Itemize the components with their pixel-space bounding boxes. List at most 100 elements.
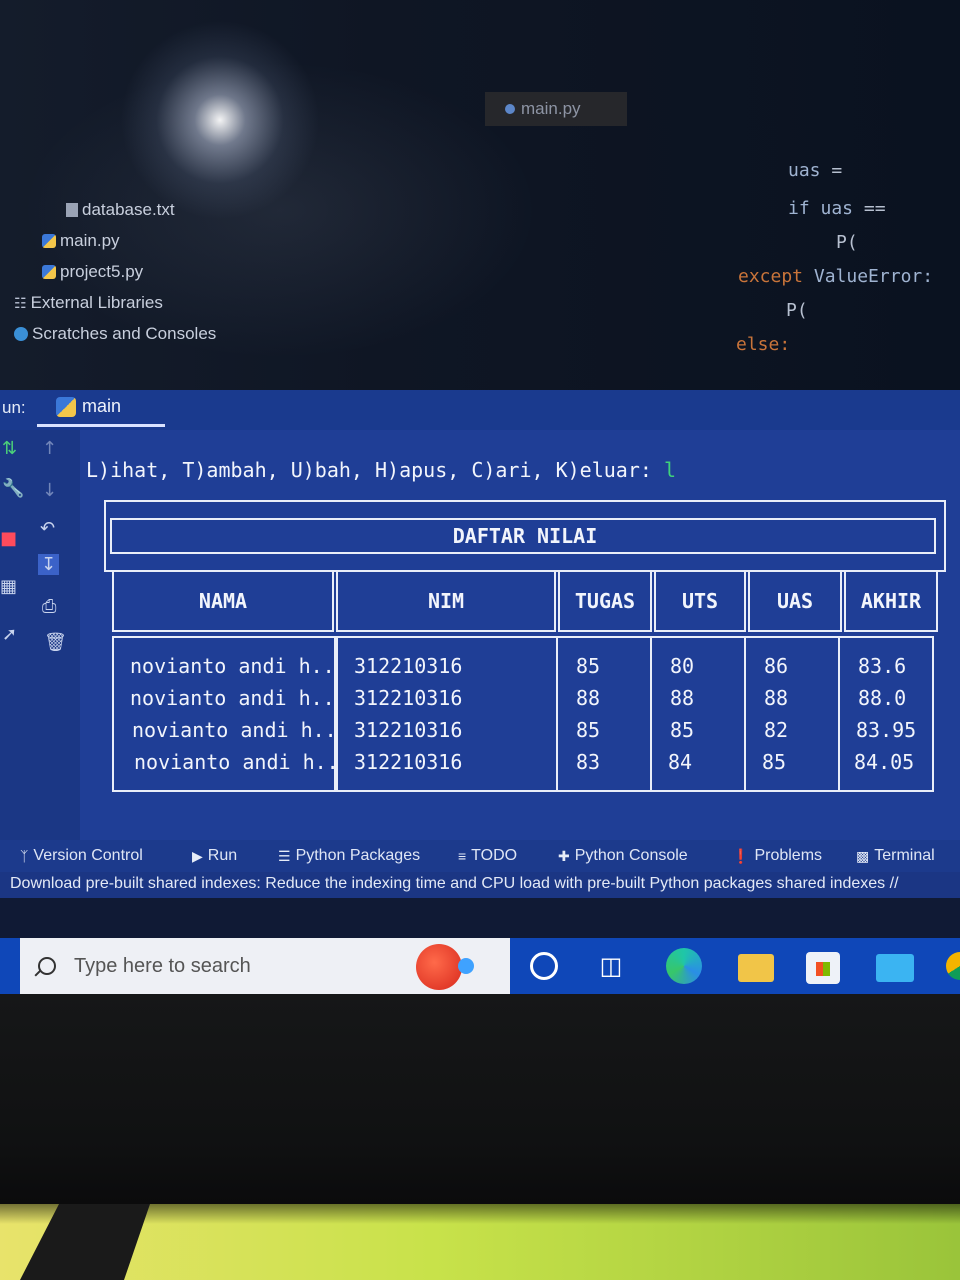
- cell-nim: 312210316: [354, 750, 463, 774]
- header-nama: NAMA: [112, 570, 334, 632]
- cell-nama: novianto andi h..: [130, 654, 335, 678]
- status-message[interactable]: Download pre-built shared indexes: Reduc…: [10, 875, 899, 893]
- code-line: else:: [736, 334, 791, 355]
- cell-tugas: 88: [576, 686, 601, 710]
- cell-tugas: 85: [576, 654, 601, 678]
- cell-uas: 88: [764, 686, 789, 710]
- column-border: [744, 636, 840, 792]
- tool-terminal[interactable]: ▩ Terminal: [856, 847, 935, 865]
- cell-uas: 86: [764, 654, 789, 678]
- desk-surface: [0, 1204, 960, 1280]
- python-file-icon: [42, 265, 56, 279]
- cell-uts: 85: [670, 718, 695, 742]
- column-border: [650, 636, 746, 792]
- cell-tugas: 85: [576, 718, 601, 742]
- pin-icon[interactable]: ➚: [2, 624, 17, 645]
- cell-akhir: 83.6: [858, 654, 907, 678]
- table-title-box: DAFTAR NILAI: [104, 500, 946, 572]
- run-tab-main[interactable]: main: [56, 396, 121, 417]
- tree-item-database[interactable]: database.txt: [66, 200, 175, 220]
- up-arrow-icon[interactable]: ↑: [42, 438, 57, 459]
- terminal-icon: ▩: [856, 847, 870, 864]
- run-icon: ▶: [192, 847, 203, 864]
- cell-akhir: 83.95: [856, 718, 917, 742]
- tree-item-external-libraries[interactable]: ☷ External Libraries: [14, 293, 163, 313]
- code-line: if uas ==: [788, 198, 886, 219]
- packages-icon: ☰: [278, 847, 291, 864]
- python-icon: [56, 396, 76, 417]
- code-line: P(: [786, 300, 808, 321]
- down-arrow-icon[interactable]: ↓: [42, 480, 57, 501]
- problems-icon: ❗: [732, 847, 750, 864]
- header-nim: NIM: [336, 570, 556, 632]
- cell-nim: 312210316: [354, 686, 463, 710]
- status-bar[interactable]: Download pre-built shared indexes: Reduc…: [0, 872, 960, 898]
- cell-uts: 88: [670, 686, 695, 710]
- cell-nim: 312210316: [354, 718, 463, 742]
- cell-akhir: 84.05: [854, 750, 915, 774]
- tool-python-console[interactable]: ✚ Python Console: [558, 847, 688, 865]
- cell-akhir: 88.0: [858, 686, 907, 710]
- python-console-icon: ✚: [558, 847, 570, 864]
- mail-icon[interactable]: [876, 954, 914, 982]
- python-file-icon: [42, 234, 56, 248]
- editor-tab-main[interactable]: main.py: [485, 92, 627, 126]
- search-placeholder: Type here to search: [74, 954, 251, 977]
- cell-uas: 85: [762, 750, 787, 774]
- tool-python-packages[interactable]: ☰ Python Packages: [278, 847, 420, 865]
- layout-icon[interactable]: ▦: [0, 576, 17, 597]
- libraries-icon: ☷: [14, 294, 27, 311]
- console-prompt: L)ihat, T)ambah, U)bah, H)apus, C)ari, K…: [86, 458, 677, 482]
- ide-top-area: database.txt main.py project5.py ☷ Exter…: [0, 0, 960, 395]
- cell-nama: novianto andi h..: [134, 750, 339, 774]
- taskbar-search[interactable]: Type here to search: [20, 938, 510, 994]
- todo-icon: ≡: [458, 848, 467, 864]
- search-highlight-dot-icon: [458, 958, 474, 974]
- run-panel-header: un: main: [0, 390, 960, 430]
- light-glare: [120, 20, 320, 220]
- text-file-icon: [66, 203, 78, 217]
- file-explorer-icon[interactable]: [738, 954, 774, 982]
- tool-problems[interactable]: ❗ Problems: [732, 847, 822, 865]
- soft-wrap-icon[interactable]: ↶: [40, 518, 55, 539]
- cortana-icon[interactable]: [530, 952, 558, 980]
- task-view-icon[interactable]: ◫: [598, 948, 624, 984]
- desktop-strip: [0, 898, 960, 938]
- cell-nama: novianto andi h..: [132, 718, 337, 742]
- tree-item-scratches[interactable]: Scratches and Consoles: [14, 324, 216, 344]
- store-icon[interactable]: [806, 952, 840, 984]
- table-title: DAFTAR NILAI: [440, 524, 610, 548]
- header-uts: UTS: [654, 570, 746, 632]
- code-line: P(: [836, 232, 858, 253]
- cell-uts: 80: [670, 654, 695, 678]
- trash-icon[interactable]: 🗑: [44, 632, 67, 653]
- tool-todo[interactable]: ≡ TODO: [458, 847, 517, 865]
- search-highlight-icon: [416, 944, 462, 990]
- stop-icon[interactable]: ■: [0, 528, 17, 549]
- version-control-icon: ᛉ: [20, 848, 29, 864]
- header-tugas: TUGAS: [558, 570, 652, 632]
- tool-window-bar: ᛉ Version Control ▶ Run ☰ Python Packages ≡…: [0, 840, 960, 872]
- scratches-icon: [14, 327, 28, 341]
- run-label: un:: [2, 398, 26, 417]
- tool-run[interactable]: ▶ Run: [192, 847, 237, 865]
- monitor-bezel: [0, 994, 960, 1204]
- cell-tugas: 83: [576, 750, 601, 774]
- tool-version-control[interactable]: ᛉ Version Control: [20, 847, 143, 865]
- edge-browser-icon[interactable]: [666, 948, 702, 984]
- print-icon[interactable]: ⎙: [42, 596, 56, 617]
- cell-nama: novianto andi h..: [130, 686, 335, 710]
- search-icon: [38, 957, 56, 975]
- tree-item-main[interactable]: main.py: [42, 231, 120, 251]
- scroll-to-end-icon[interactable]: ↧: [38, 554, 60, 575]
- header-akhir: AKHIR: [844, 570, 938, 632]
- console-input: l: [663, 458, 677, 482]
- cell-nim: 312210316: [354, 654, 463, 678]
- code-editor[interactable]: uas = if uas == P( except ValueError: P(…: [700, 160, 933, 355]
- active-tab-underline: [37, 424, 165, 427]
- rerun-icon[interactable]: ⇅: [2, 438, 17, 459]
- wrench-icon[interactable]: 🔧: [2, 478, 24, 499]
- code-line: except ValueError:: [738, 266, 934, 287]
- cell-uas: 82: [764, 718, 789, 742]
- tree-item-project5[interactable]: project5.py: [42, 262, 143, 282]
